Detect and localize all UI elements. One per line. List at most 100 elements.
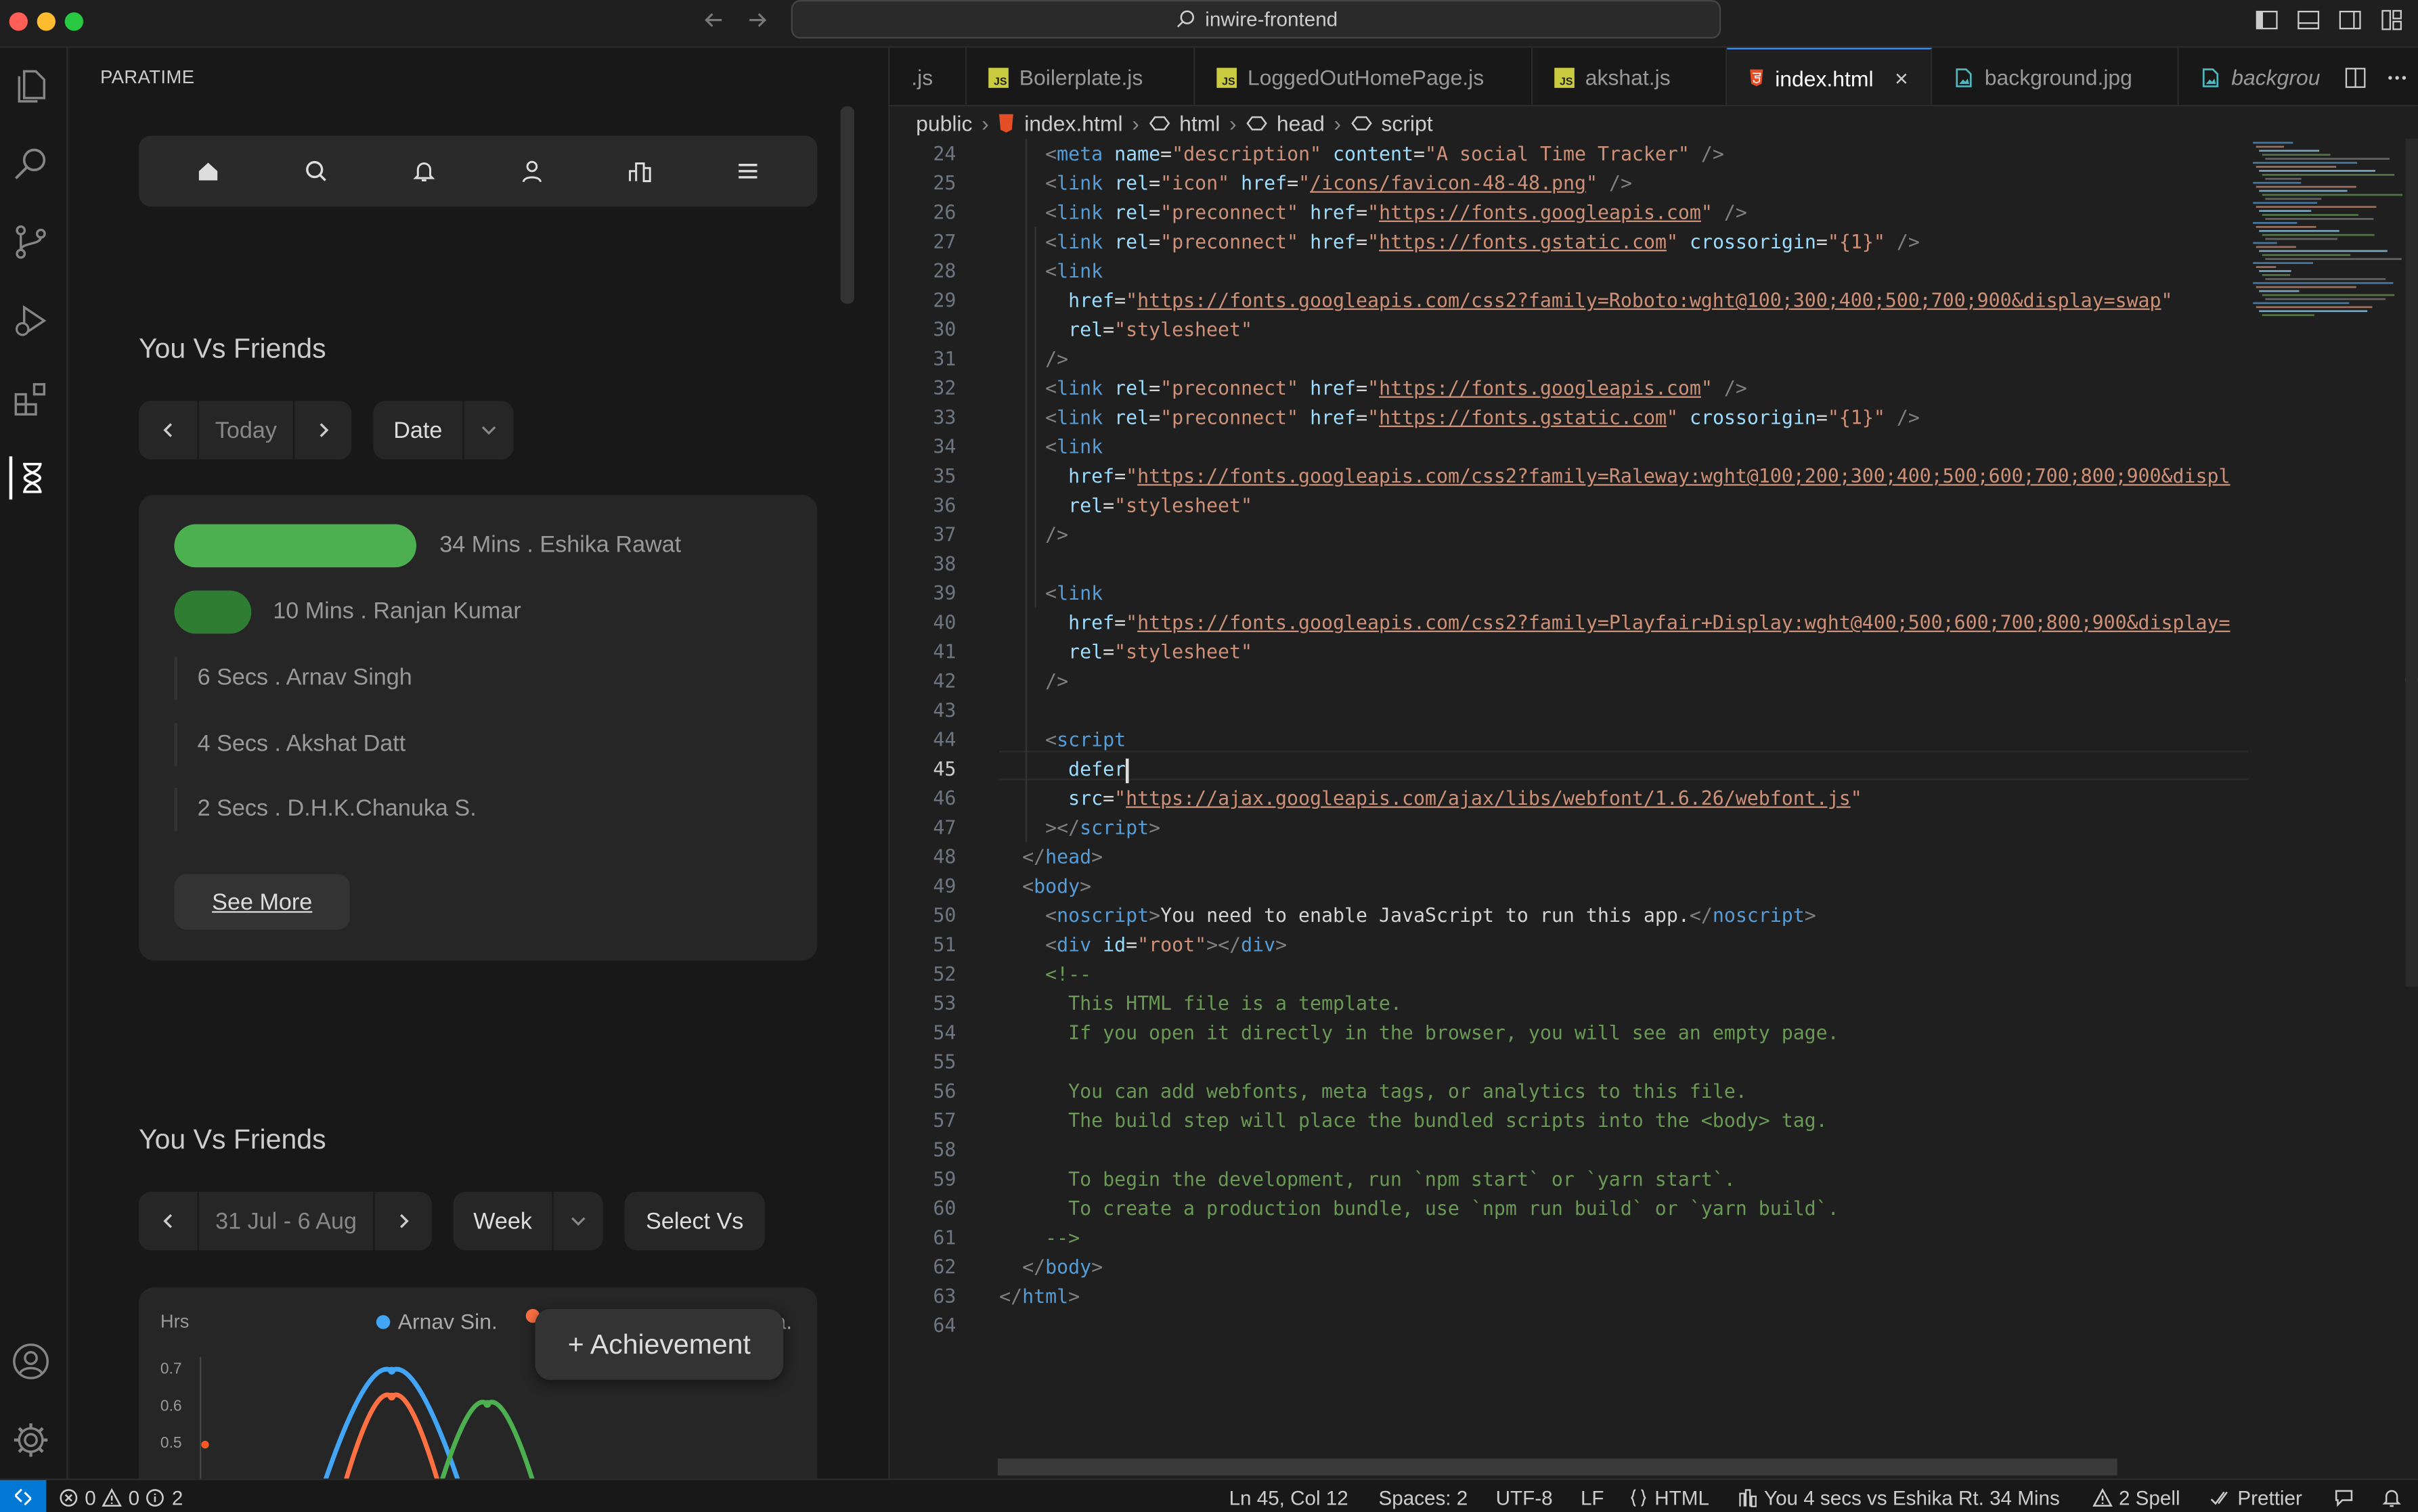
cursor-position[interactable]: Ln 45, Col 12 [1229,1480,1348,1512]
notifications-bell-icon[interactable] [2381,1480,2402,1512]
minimize-window-button[interactable] [37,12,56,31]
back-arrow-icon[interactable] [701,7,726,32]
eol-setting[interactable]: LF [1581,1480,1604,1512]
command-center-search[interactable]: inwire-frontend [791,0,1721,39]
code-line[interactable]: <link [999,256,1103,285]
code-line[interactable]: href="https://fonts.googleapis.com/css2?… [999,608,2230,637]
home-icon[interactable] [191,154,225,188]
extensions-icon[interactable] [9,378,53,421]
breadcrumb-item[interactable]: head [1277,111,1325,135]
code-line[interactable]: <!-- [999,959,1091,988]
vertical-scrollbar[interactable] [2405,139,2418,987]
code-line[interactable]: <body> [999,871,1091,900]
code-line[interactable]: To create a production bundle, use `npm … [999,1193,1839,1222]
close-icon[interactable] [1893,68,1909,87]
prev-period-button[interactable] [139,401,198,460]
code-line[interactable]: <link rel="preconnect" href="https://fon… [999,198,1747,227]
code-line[interactable]: rel="stylesheet" [999,637,1252,666]
problems-indicator[interactable]: 0 0 2 [59,1480,183,1512]
code-editor[interactable]: 24 <meta name="description" content="A s… [892,139,2249,1457]
indentation-setting[interactable]: Spaces: 2 [1379,1480,1468,1512]
remote-indicator[interactable] [0,1480,47,1512]
week-dropdown[interactable]: Week [453,1191,603,1251]
next-period-button[interactable] [373,1191,432,1251]
more-actions-icon[interactable] [2386,66,2409,89]
code-line[interactable]: <link rel="icon" href="/icons/favicon-48… [999,168,1632,197]
search-icon[interactable] [299,154,333,188]
forward-arrow-icon[interactable] [745,7,769,32]
tab-loggedouthomepage-js[interactable]: JS LoggedOutHomePage.js [1195,47,1533,105]
code-line[interactable]: src="https://ajax.googleapis.com/ajax/li… [999,783,1862,812]
code-line[interactable]: <noscript>You need to enable JavaScript … [999,900,1816,929]
code-line[interactable]: /> [999,666,1068,695]
code-line[interactable]: href="https://fonts.googleapis.com/css2?… [999,285,2172,314]
prev-period-button[interactable] [139,1192,198,1251]
breadcrumb-item[interactable]: public [916,111,972,135]
see-more-button[interactable]: See More [174,874,351,930]
code-line[interactable]: <link rel="preconnect" href="https://fon… [999,403,1920,432]
tab-boilerplate-js[interactable]: JS Boilerplate.js [967,47,1195,105]
breadcrumb-item[interactable]: html [1179,111,1220,135]
sidebar-scrollbar[interactable] [840,106,855,304]
code-line[interactable]: </html> [999,1281,1080,1310]
code-line[interactable]: /> [999,344,1068,373]
code-line[interactable]: <link [999,432,1103,461]
add-achievement-button[interactable]: + Achievement [535,1309,784,1380]
customize-layout-icon[interactable] [2379,7,2404,32]
code-line[interactable]: To begin the development, run `npm start… [999,1164,1736,1193]
tab-background-jpg[interactable]: background.jpg [1932,47,2179,105]
toggle-secondary-sidebar-icon[interactable] [2337,7,2362,32]
code-line[interactable]: <script [999,725,1126,754]
tab-akshat-js[interactable]: JS akshat.js [1533,47,1728,105]
horizontal-scrollbar[interactable] [997,1458,2117,1476]
code-line[interactable]: <link [999,578,1103,607]
gear-icon[interactable] [9,1419,53,1462]
code-line[interactable]: You can add webfonts, meta tags, or anal… [999,1076,1747,1105]
code-line[interactable]: </head> [999,842,1103,871]
encoding-setting[interactable]: UTF-8 [1496,1480,1553,1512]
explorer-icon[interactable] [9,65,53,108]
code-line[interactable]: --> [999,1222,1080,1251]
code-line[interactable]: <link rel="preconnect" href="https://fon… [999,373,1747,402]
code-line[interactable]: </body> [999,1252,1103,1281]
code-line[interactable]: The build step will place the bundled sc… [999,1105,1828,1134]
language-mode[interactable]: HTML [1629,1480,1709,1512]
maximize-window-button[interactable] [64,12,84,31]
menu-icon[interactable] [731,154,765,188]
hourglass-icon[interactable] [9,456,53,500]
accounts-icon[interactable] [9,1340,53,1383]
code-line[interactable]: This HTML file is a template. [999,988,1402,1017]
next-period-button[interactable] [292,401,352,460]
breadcrumb-item[interactable]: index.html [1024,111,1122,135]
code-line[interactable]: /> [999,520,1068,549]
toggle-primary-sidebar-icon[interactable] [2254,7,2279,32]
breadcrumb-item[interactable]: script [1381,111,1432,135]
code-line[interactable]: rel="stylesheet" [999,490,1252,519]
minimap[interactable] [2248,139,2405,324]
search-icon[interactable] [9,143,53,187]
source-control-icon[interactable] [9,221,53,264]
split-editor-icon[interactable] [2344,66,2367,89]
date-dropdown[interactable]: Date [373,401,514,460]
code-line[interactable]: ></script> [999,813,1160,842]
spell-check-status[interactable]: 2 Spell [2092,1480,2180,1512]
close-window-button[interactable] [9,12,28,31]
code-line[interactable]: <div id="root"></div> [999,930,1287,959]
run-debug-icon[interactable] [9,299,53,342]
prettier-status[interactable]: Prettier [2210,1480,2302,1512]
feedback-icon[interactable] [2333,1480,2355,1512]
code-line[interactable]: <link rel="preconnect" href="https://fon… [999,227,1920,256]
tab-index-html[interactable]: index.html [1727,47,1933,105]
code-line[interactable]: defer [999,754,1129,783]
user-icon[interactable] [515,154,549,188]
tab-partial-js[interactable]: .js [889,47,967,105]
code-line[interactable]: rel="stylesheet" [999,315,1252,344]
toggle-panel-icon[interactable] [2296,7,2321,32]
paratime-status[interactable]: You 4 secs vs Eshika Rt. 34 Mins [1738,1480,2060,1512]
select-vs-button[interactable]: Select Vs [624,1191,765,1251]
bell-icon[interactable] [407,154,441,188]
code-line[interactable]: href="https://fonts.googleapis.com/css2?… [999,461,2230,490]
tab-background-partial[interactable]: backgrou [2178,47,2349,105]
code-line[interactable]: If you open it directly in the browser, … [999,1017,1839,1046]
leaderboard-icon[interactable] [623,154,657,188]
